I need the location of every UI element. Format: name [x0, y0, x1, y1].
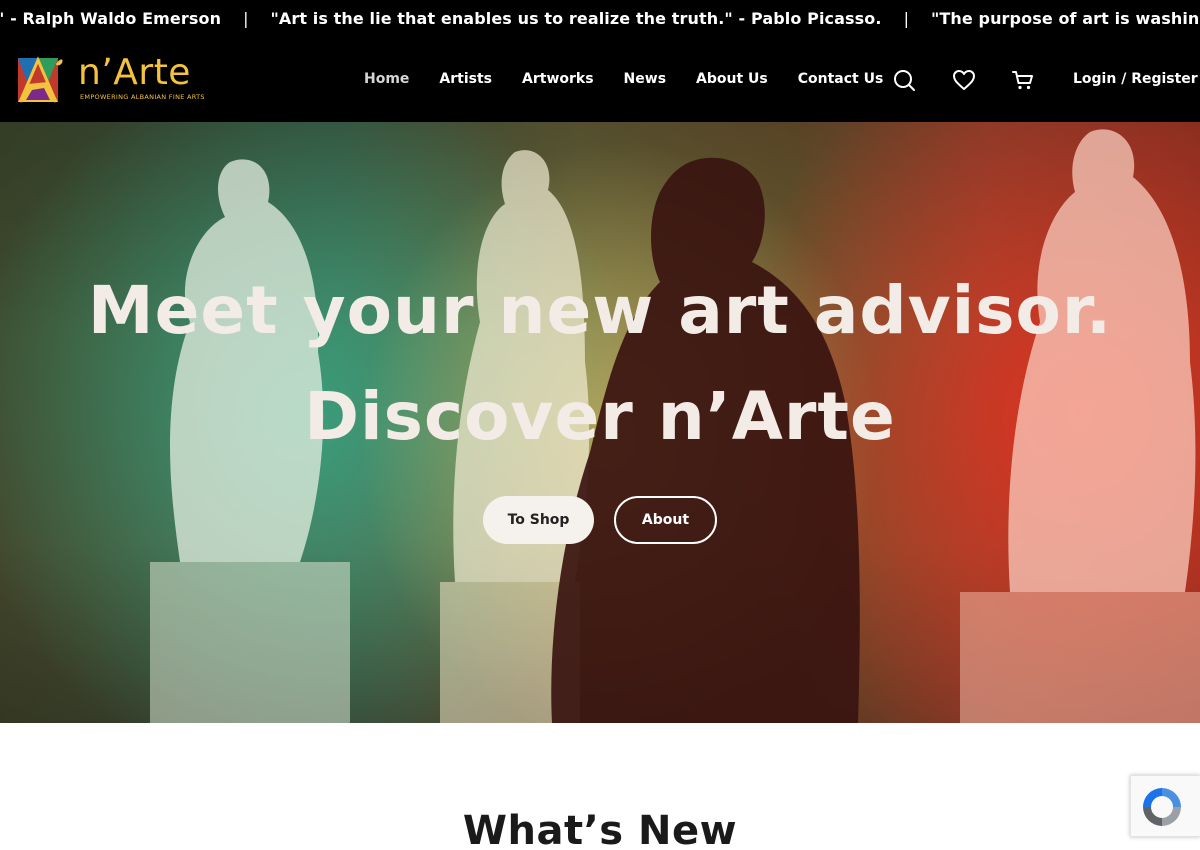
nav-contact-us[interactable]: Contact Us: [798, 71, 884, 87]
about-button[interactable]: About: [614, 496, 717, 544]
narte-logo-mark-icon: [18, 56, 63, 103]
ticker-track: " - Ralph Waldo Emerson | "Art is the li…: [0, 9, 1200, 28]
nav-artworks[interactable]: Artworks: [522, 71, 594, 87]
nav-news[interactable]: News: [624, 71, 666, 87]
recaptcha-badge[interactable]: [1130, 775, 1200, 837]
logo-wordmark: n’Arte: [78, 52, 191, 93]
logo-tagline: EMPOWERING ALBANIAN FINE ARTS: [80, 93, 205, 101]
nav-home[interactable]: Home: [364, 71, 409, 87]
hero-banner: Meet your new art advisor. Discover n’Ar…: [0, 122, 1200, 723]
site-header: n’Arte EMPOWERING ALBANIAN FINE ARTS Hom…: [0, 40, 1200, 122]
ticker-separator: |: [903, 9, 909, 28]
whats-new-heading: What’s New: [462, 808, 738, 850]
to-shop-button[interactable]: To Shop: [483, 496, 594, 544]
ticker-quote: "The purpose of art is washing the dust …: [930, 9, 1200, 28]
nav-artists[interactable]: Artists: [439, 71, 492, 87]
main-nav: Home Artists Artworks News About Us Cont…: [364, 71, 913, 87]
ticker-quote: " - Ralph Waldo Emerson: [0, 9, 222, 28]
hero-title-line1: Meet your new art advisor.: [87, 272, 1113, 349]
site-logo[interactable]: n’Arte EMPOWERING ALBANIAN FINE ARTS: [16, 52, 216, 110]
login-register-link[interactable]: Login / Register: [1073, 71, 1198, 87]
hero-title-line2: Discover n’Arte: [304, 378, 896, 455]
ticker-quote: "Art is the lie that enables us to reali…: [270, 9, 882, 28]
heart-icon[interactable]: [951, 67, 977, 93]
cart-icon[interactable]: [1010, 67, 1036, 93]
ticker-separator: |: [243, 9, 249, 28]
quote-ticker: " - Ralph Waldo Emerson | "Art is the li…: [0, 0, 1200, 40]
search-icon[interactable]: [891, 67, 917, 93]
nav-about-us[interactable]: About Us: [696, 71, 768, 87]
recaptcha-icon: [1143, 788, 1181, 826]
